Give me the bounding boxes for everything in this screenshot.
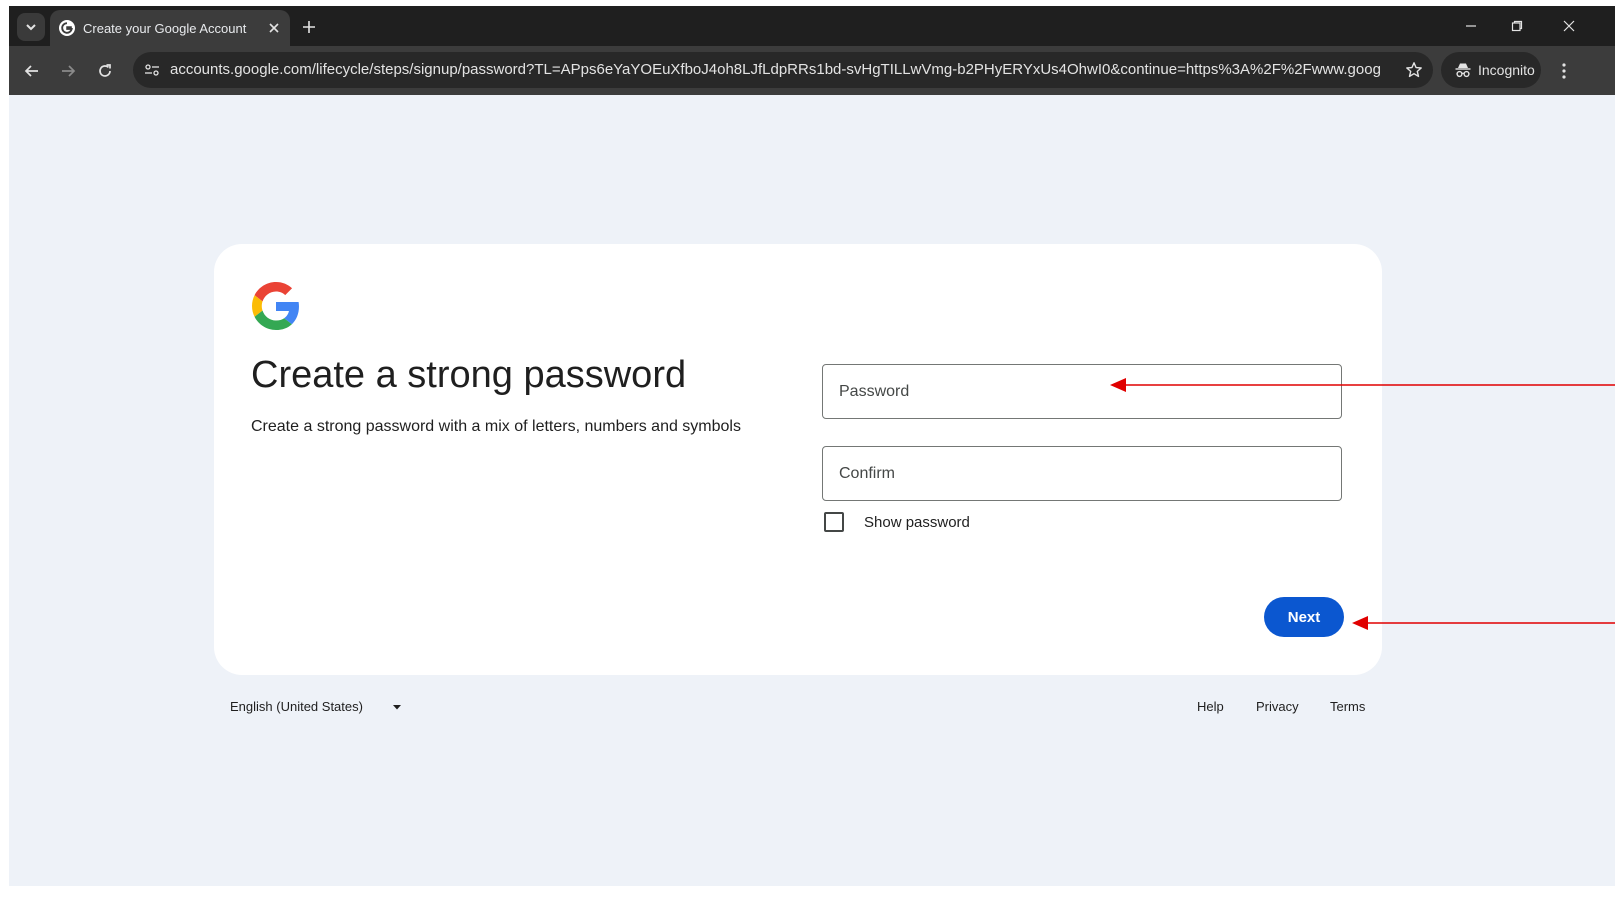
help-link[interactable]: Help [1197,699,1224,714]
close-icon [269,23,279,33]
page-title: Create a strong password [251,354,687,396]
tab-close-button[interactable] [264,18,284,38]
back-icon [24,65,38,77]
next-button[interactable]: Next [1264,597,1344,637]
language-selector[interactable]: English (United States) [230,699,403,714]
minimize-button[interactable] [1449,12,1493,40]
site-info-icon [145,64,159,76]
star-icon [1406,62,1422,78]
language-label: English (United States) [230,699,363,714]
browser-window: Create your Google Account accounts.goog… [9,6,1615,886]
more-icon [1562,63,1566,79]
google-icon [59,20,75,36]
incognito-indicator[interactable]: Incognito [1441,52,1541,88]
show-password-checkbox[interactable] [824,512,844,532]
restore-icon [1511,20,1523,32]
signup-card: Create a strong password Create a strong… [214,244,1382,675]
bookmark-button[interactable] [1401,57,1427,83]
forward-button[interactable] [55,58,81,84]
close-icon [1563,20,1575,32]
back-button[interactable] [19,58,45,84]
tab-search-button[interactable] [17,13,45,41]
chevron-down-icon [26,24,36,31]
new-tab-button[interactable] [297,15,321,39]
page-subtitle: Create a strong password with a mix of l… [251,418,741,435]
incognito-icon [1455,63,1471,78]
tab-bar: Create your Google Account [9,6,1615,46]
address-bar[interactable]: accounts.google.com/lifecycle/steps/sign… [133,52,1433,88]
privacy-link[interactable]: Privacy [1256,699,1299,714]
incognito-label: Incognito [1478,62,1535,78]
confirm-field[interactable] [822,446,1342,501]
close-window-button[interactable] [1547,12,1591,40]
site-info-button[interactable] [140,58,164,82]
terms-link[interactable]: Terms [1330,699,1365,714]
browser-menu-button[interactable] [1555,58,1573,84]
tab-title: Create your Google Account [83,21,247,36]
google-logo [252,282,299,330]
reload-button[interactable] [92,58,118,84]
minimize-icon [1466,25,1476,27]
password-field[interactable] [822,364,1342,419]
show-password-label[interactable]: Show password [864,514,970,531]
forward-icon [62,65,76,77]
password-input[interactable] [823,365,1341,418]
restore-button[interactable] [1495,12,1539,40]
active-tab[interactable]: Create your Google Account [50,10,290,46]
show-password-row[interactable]: Show password [824,512,970,532]
plus-icon [303,21,315,33]
confirm-input[interactable] [823,447,1341,500]
reload-icon [99,64,111,77]
browser-toolbar: accounts.google.com/lifecycle/steps/sign… [9,46,1615,95]
caret-down-icon [392,704,401,709]
url-text[interactable]: accounts.google.com/lifecycle/steps/sign… [170,61,1380,78]
